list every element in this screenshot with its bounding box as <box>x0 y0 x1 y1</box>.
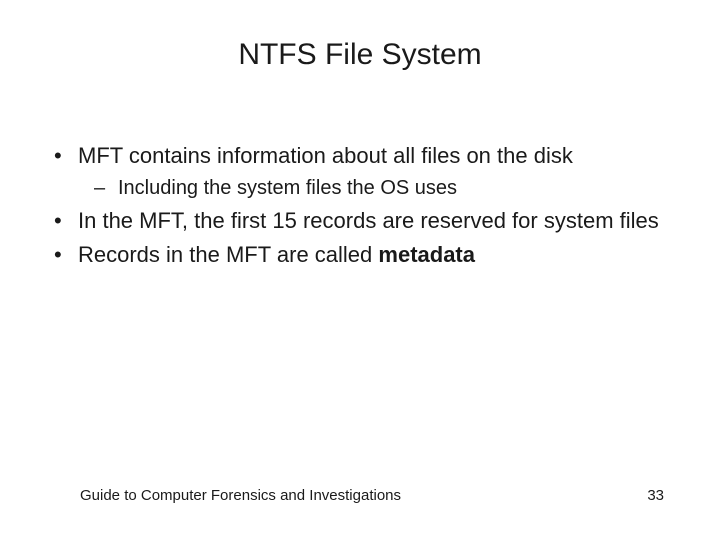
bullet-item: Records in the MFT are called metadata <box>40 241 680 270</box>
slide-title: NTFS File System <box>40 38 680 72</box>
sub-bullet-text: Including the system files the OS uses <box>118 177 457 199</box>
slide-footer: Guide to Computer Forensics and Investig… <box>0 487 720 504</box>
page-number: 33 <box>647 487 664 504</box>
bullet-text: MFT contains information about all files… <box>78 143 573 168</box>
bullet-item: In the MFT, the first 15 records are res… <box>40 207 680 236</box>
sub-bullet-item: Including the system files the OS uses <box>78 175 680 201</box>
footer-text: Guide to Computer Forensics and Investig… <box>80 487 401 504</box>
bullet-item: MFT contains information about all files… <box>40 142 680 201</box>
bullet-list: MFT contains information about all files… <box>40 142 680 270</box>
bullet-text: Records in the MFT are called <box>78 242 378 267</box>
slide: NTFS File System MFT contains informatio… <box>0 0 720 540</box>
slide-content: MFT contains information about all files… <box>40 142 680 270</box>
bullet-text-bold: metadata <box>378 242 475 267</box>
bullet-text: In the MFT, the first 15 records are res… <box>78 208 659 233</box>
sub-bullet-list: Including the system files the OS uses <box>78 175 680 201</box>
